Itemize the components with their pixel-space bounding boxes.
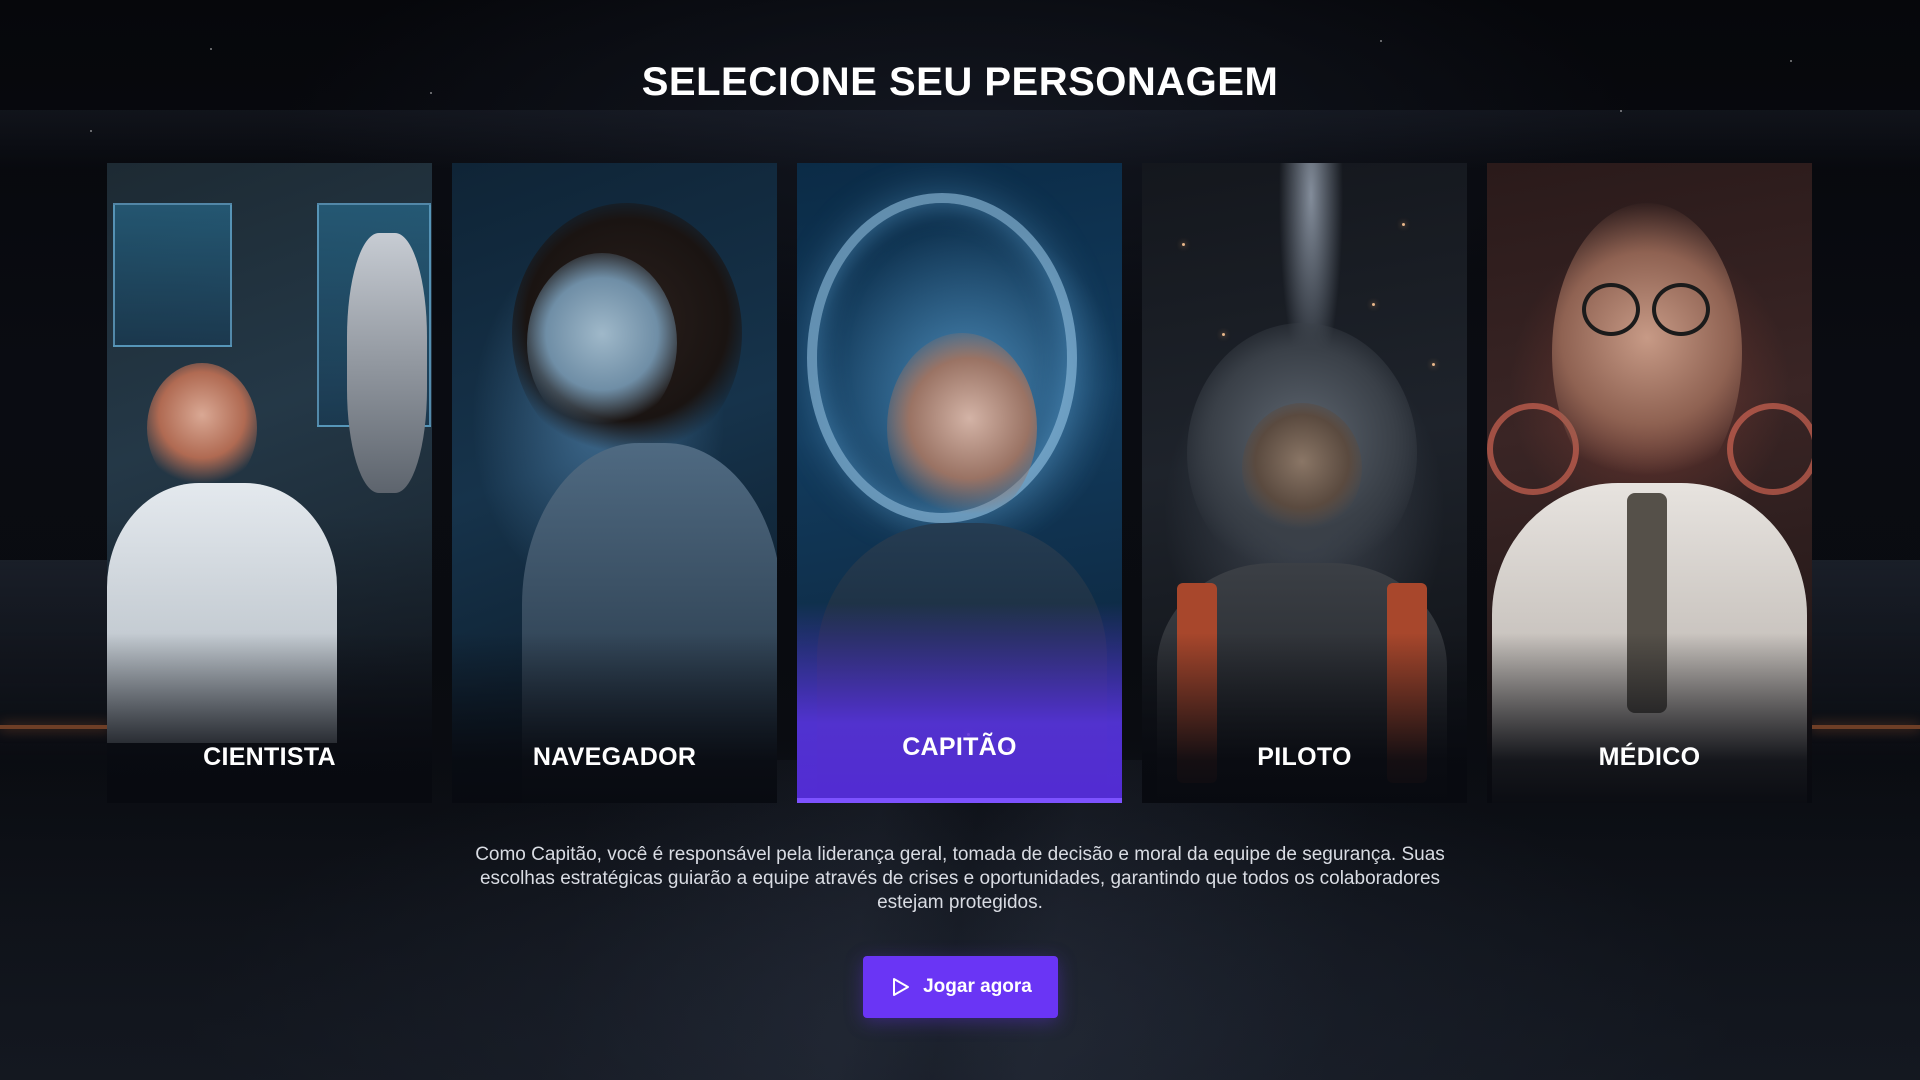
background-star (1620, 110, 1622, 112)
scientist-figure (147, 363, 257, 493)
character-card-piloto[interactable]: PILOTO (1142, 163, 1467, 803)
character-card-medico[interactable]: MÉDICO (1487, 163, 1812, 803)
play-now-button[interactable]: Jogar agora (863, 956, 1058, 1018)
character-label-cientista: CIENTISTA (203, 743, 336, 771)
character-select-screen: SELECIONE SEU PERSONAGEM CIENTISTA NAVEG… (0, 0, 1920, 1080)
selected-indicator (797, 798, 1122, 803)
character-label-navegador: NAVEGADOR (532, 743, 697, 771)
doctor-glasses (1652, 283, 1710, 336)
pilot-face (1242, 403, 1362, 533)
character-list: CIENTISTA NAVEGADOR CAPITÃO PILOTO MÉDIC… (107, 163, 1813, 803)
background-star (1380, 40, 1382, 42)
character-label-piloto: PILOTO (1257, 743, 1352, 771)
doctor-face (1552, 203, 1742, 503)
space-spark (1402, 223, 1405, 226)
background-light-left (0, 725, 110, 729)
background-floor (0, 760, 1920, 1080)
character-label-medico: MÉDICO (1598, 743, 1701, 771)
background-star (210, 48, 212, 50)
play-icon (893, 978, 910, 996)
background-ceiling (0, 110, 1920, 170)
space-spark (1222, 333, 1225, 336)
space-spark (1372, 303, 1375, 306)
machine-ring (1727, 403, 1812, 495)
page-title: SELECIONE SEU PERSONAGEM (641, 60, 1279, 104)
doctor-glasses (1582, 283, 1640, 336)
character-description: Como Capitão, você é responsável pela li… (475, 844, 1445, 913)
character-card-capitao[interactable]: CAPITÃO (797, 163, 1122, 803)
background-light-right (1810, 725, 1920, 729)
character-card-navegador[interactable]: NAVEGADOR (452, 163, 777, 803)
robot-figure (347, 233, 427, 493)
lab-monitor (113, 203, 232, 347)
play-now-label: Jogar agora (923, 976, 1032, 997)
character-label-capitao: CAPITÃO (902, 733, 1017, 761)
space-spark (1182, 243, 1185, 246)
character-card-cientista[interactable]: CIENTISTA (107, 163, 432, 803)
navigator-face (527, 253, 677, 433)
space-spark (1432, 363, 1435, 366)
captain-face (887, 333, 1037, 523)
background-star (90, 130, 92, 132)
